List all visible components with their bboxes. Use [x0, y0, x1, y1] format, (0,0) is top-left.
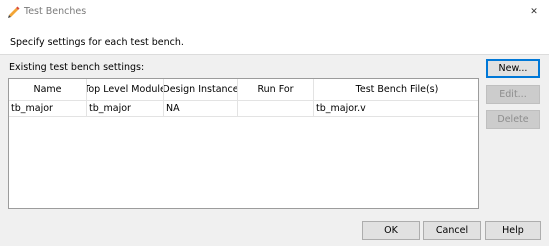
- instructions-panel: Specify settings for each test bench.: [0, 24, 549, 55]
- section-label: Existing test bench settings:: [9, 62, 145, 73]
- window-title: Test Benches: [24, 6, 87, 17]
- column-header-name[interactable]: Name: [9, 79, 87, 101]
- instructions-text: Specify settings for each test bench.: [10, 37, 184, 48]
- close-glyph: ✕: [530, 7, 538, 17]
- help-button[interactable]: Help: [485, 221, 541, 240]
- close-icon[interactable]: ✕: [519, 0, 549, 24]
- delete-button[interactable]: Delete: [486, 110, 540, 129]
- table-row[interactable]: tb_major tb_major NA tb_major.v: [9, 101, 478, 117]
- cell-top-level-module: tb_major: [87, 101, 164, 117]
- column-header-design-instance[interactable]: Design Instance: [164, 79, 238, 101]
- ok-button[interactable]: OK: [362, 221, 420, 240]
- edit-button[interactable]: Edit...: [486, 85, 540, 104]
- column-header-run-for[interactable]: Run For: [238, 79, 314, 101]
- cell-run-for: [238, 101, 314, 117]
- cancel-button[interactable]: Cancel: [423, 221, 481, 240]
- pencil-icon: [8, 6, 20, 18]
- column-header-top-level-module[interactable]: Top Level Module: [87, 79, 164, 101]
- table-header: Name Top Level Module Design Instance Ru…: [9, 79, 478, 101]
- cell-design-instance: NA: [164, 101, 238, 117]
- test-benches-dialog: Test Benches ✕ Specify settings for each…: [0, 0, 549, 246]
- test-bench-table: Name Top Level Module Design Instance Ru…: [8, 78, 479, 209]
- cell-name: tb_major: [9, 101, 87, 117]
- column-header-test-bench-files[interactable]: Test Bench File(s): [314, 79, 478, 101]
- new-button[interactable]: New...: [486, 59, 540, 78]
- cell-test-bench-files: tb_major.v: [314, 101, 478, 117]
- title-bar: Test Benches ✕: [0, 0, 549, 24]
